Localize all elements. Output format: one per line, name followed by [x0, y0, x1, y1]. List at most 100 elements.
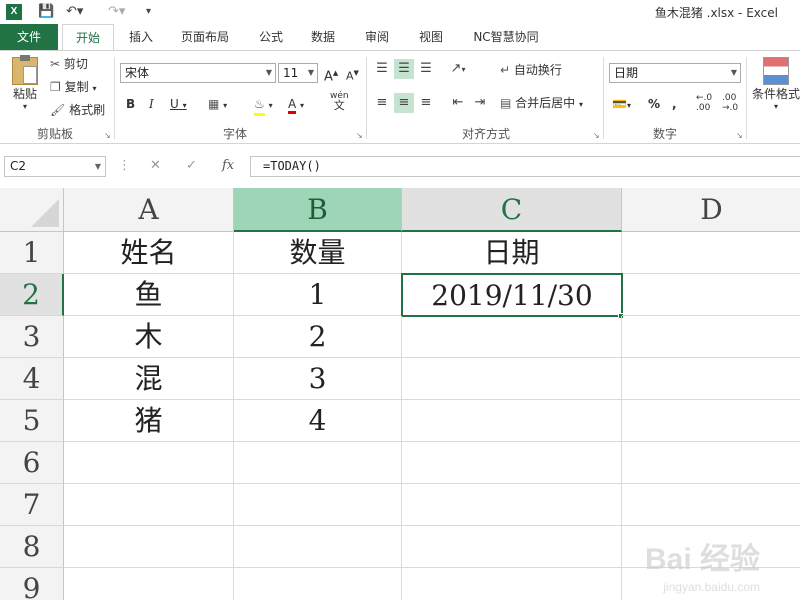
- borders-button[interactable]: ▦ ▾: [208, 95, 227, 115]
- undo-icon[interactable]: ↶▾: [66, 3, 83, 21]
- align-center-button[interactable]: ≡: [394, 93, 414, 113]
- number-launcher-icon[interactable]: ↘: [736, 131, 743, 140]
- tab-insert[interactable]: 插入: [118, 24, 164, 50]
- tab-formulas[interactable]: 公式: [250, 24, 292, 50]
- align-top-button[interactable]: ☰: [372, 59, 392, 79]
- cell-d1[interactable]: [622, 232, 800, 274]
- align-bottom-button[interactable]: ☰: [416, 59, 436, 79]
- cell-b4[interactable]: 3: [234, 358, 402, 400]
- cell-c9[interactable]: [402, 568, 622, 600]
- cell-d7[interactable]: [622, 484, 800, 526]
- cut-button[interactable]: ✂ 剪切: [50, 55, 88, 73]
- cell-b2[interactable]: 1: [234, 274, 402, 316]
- tab-view[interactable]: 视图: [410, 24, 452, 50]
- row-header-7[interactable]: 7: [0, 484, 64, 526]
- select-all-button[interactable]: [0, 188, 64, 232]
- cell-b1[interactable]: 数量: [234, 232, 402, 274]
- cell-c8[interactable]: [402, 526, 622, 568]
- tab-data[interactable]: 数据: [302, 24, 344, 50]
- cell-d4[interactable]: [622, 358, 800, 400]
- increase-decimal-button[interactable]: ←.0.00: [696, 93, 712, 113]
- font-size-combo[interactable]: 11 ▼: [278, 63, 318, 83]
- cell-d6[interactable]: [622, 442, 800, 484]
- tab-file[interactable]: 文件: [0, 24, 58, 50]
- italic-button[interactable]: I: [149, 95, 154, 113]
- enter-icon[interactable]: ✓: [186, 158, 197, 173]
- shrink-font-button[interactable]: A▼: [346, 64, 359, 86]
- save-icon[interactable]: 💾: [38, 3, 54, 21]
- font-color-button[interactable]: A ▾: [288, 95, 304, 115]
- cell-b7[interactable]: [234, 484, 402, 526]
- tab-home[interactable]: 开始: [62, 24, 114, 51]
- number-format-combo[interactable]: 日期 ▼: [609, 63, 741, 83]
- tab-review[interactable]: 审阅: [356, 24, 398, 50]
- row-header-3[interactable]: 3: [0, 316, 64, 358]
- wrap-text-button[interactable]: ↵ 自动换行: [500, 61, 562, 79]
- row-header-9[interactable]: 9: [0, 568, 64, 600]
- conditional-formatting-button[interactable]: 条件格式 ▾: [752, 57, 800, 111]
- merge-center-button[interactable]: ▤ 合并后居中 ▾: [500, 94, 583, 114]
- cell-a7[interactable]: [64, 484, 234, 526]
- cell-c5[interactable]: [402, 400, 622, 442]
- cell-d3[interactable]: [622, 316, 800, 358]
- align-left-button[interactable]: ≡: [372, 93, 392, 113]
- comma-button[interactable]: ,: [672, 95, 677, 113]
- customize-icon[interactable]: ▾: [146, 3, 151, 21]
- cell-a6[interactable]: [64, 442, 234, 484]
- cell-a2[interactable]: 鱼: [64, 274, 234, 316]
- phonetic-button[interactable]: wén 文: [330, 91, 349, 111]
- cell-a8[interactable]: [64, 526, 234, 568]
- name-box[interactable]: C2 ▼: [4, 156, 106, 177]
- cell-d2[interactable]: [622, 274, 800, 316]
- cell-c4[interactable]: [402, 358, 622, 400]
- format-painter-button[interactable]: 🖌 格式刷: [50, 101, 105, 119]
- cell-a9[interactable]: [64, 568, 234, 600]
- copy-button[interactable]: ❐ 复制 ▾: [50, 78, 96, 98]
- cell-b8[interactable]: [234, 526, 402, 568]
- cell-b6[interactable]: [234, 442, 402, 484]
- clipboard-launcher-icon[interactable]: ↘: [104, 131, 111, 140]
- row-header-1[interactable]: 1: [0, 232, 64, 274]
- row-header-8[interactable]: 8: [0, 526, 64, 568]
- formula-input[interactable]: =TODAY(): [250, 156, 800, 177]
- percent-button[interactable]: %: [648, 95, 660, 113]
- cell-a1[interactable]: 姓名: [64, 232, 234, 274]
- tab-page-layout[interactable]: 页面布局: [172, 24, 238, 50]
- font-name-combo[interactable]: 宋体 ▼: [120, 63, 276, 83]
- column-header-a[interactable]: A: [64, 188, 234, 232]
- increase-indent-button[interactable]: ⇥: [470, 93, 490, 113]
- cell-c2-active[interactable]: 2019/11/30: [401, 273, 623, 317]
- cell-c6[interactable]: [402, 442, 622, 484]
- row-header-5[interactable]: 5: [0, 400, 64, 442]
- column-header-c[interactable]: C: [402, 188, 622, 232]
- row-header-6[interactable]: 6: [0, 442, 64, 484]
- align-middle-button[interactable]: ☰: [394, 59, 414, 79]
- bold-button[interactable]: B: [126, 95, 135, 113]
- decrease-decimal-button[interactable]: .00 →.0: [722, 93, 738, 113]
- cancel-icon[interactable]: ✕: [150, 158, 161, 173]
- cell-b5[interactable]: 4: [234, 400, 402, 442]
- cell-d5[interactable]: [622, 400, 800, 442]
- orientation-button[interactable]: ↗▾: [448, 59, 468, 79]
- column-header-d[interactable]: D: [622, 188, 800, 232]
- row-header-4[interactable]: 4: [0, 358, 64, 400]
- accounting-format-button[interactable]: 💳▾: [612, 95, 631, 115]
- align-right-button[interactable]: ≡: [416, 93, 436, 113]
- cell-a4[interactable]: 混: [64, 358, 234, 400]
- cell-c3[interactable]: [402, 316, 622, 358]
- row-header-2[interactable]: 2: [0, 274, 64, 316]
- cell-c7[interactable]: [402, 484, 622, 526]
- fill-color-button[interactable]: ♨ ▾: [254, 95, 273, 116]
- paste-button[interactable]: 粘贴 ▾: [8, 55, 42, 117]
- cell-b3[interactable]: 2: [234, 316, 402, 358]
- column-header-b[interactable]: B: [234, 188, 402, 232]
- font-launcher-icon[interactable]: ↘: [356, 131, 363, 140]
- underline-button[interactable]: U ▾: [170, 95, 187, 115]
- alignment-launcher-icon[interactable]: ↘: [593, 131, 600, 140]
- tab-nc-collab[interactable]: NC智慧协同: [464, 24, 548, 50]
- redo-icon[interactable]: ↷▾: [108, 3, 125, 21]
- cell-a5[interactable]: 猪: [64, 400, 234, 442]
- cell-b9[interactable]: [234, 568, 402, 600]
- insert-function-icon[interactable]: fx: [222, 158, 234, 173]
- cell-c1[interactable]: 日期: [402, 232, 622, 274]
